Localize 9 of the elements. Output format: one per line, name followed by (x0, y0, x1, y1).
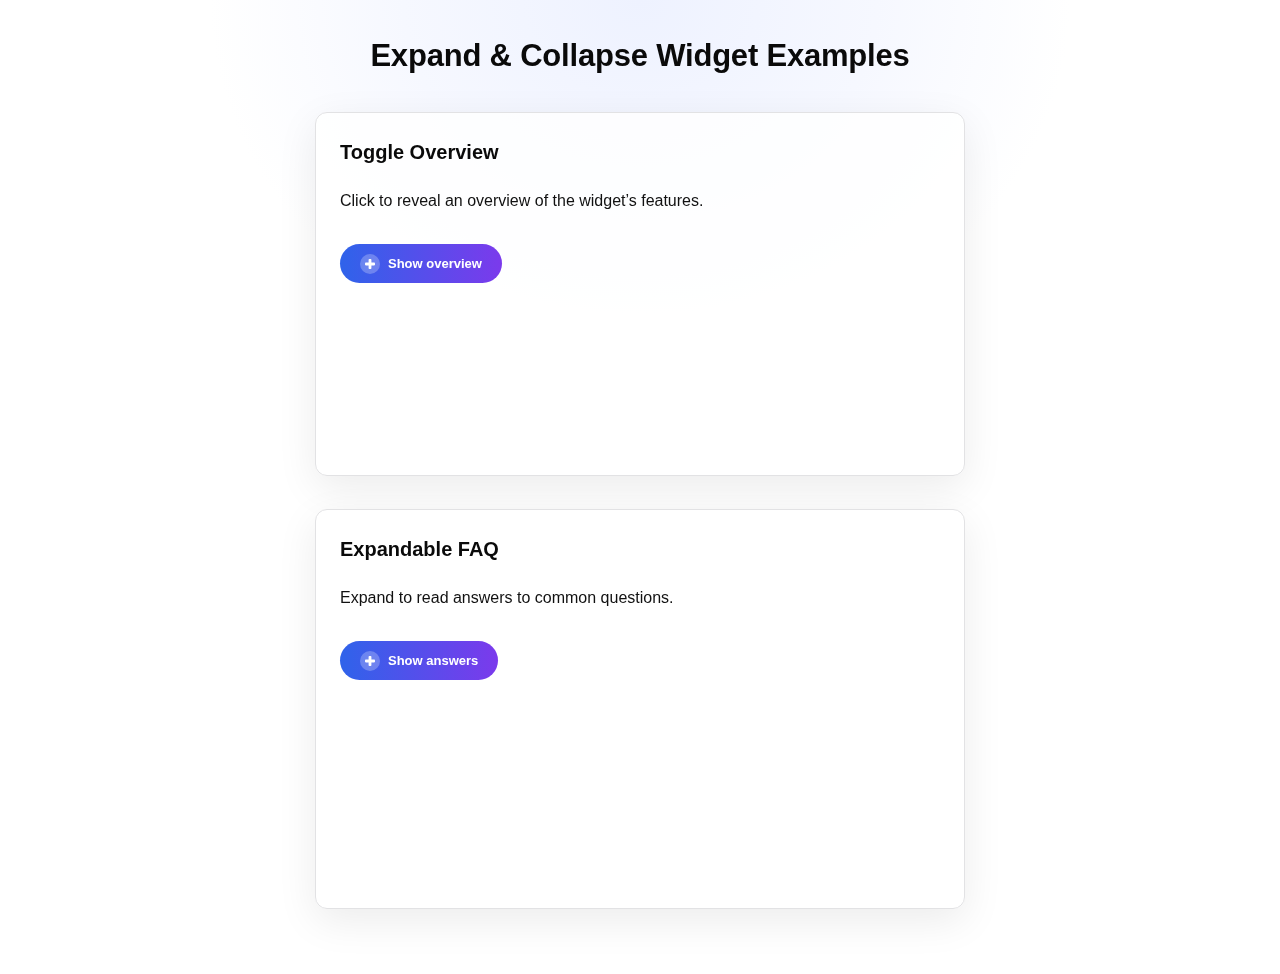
card-title: Expandable FAQ (340, 537, 499, 562)
toggle-button[interactable]: Show answers (340, 641, 499, 680)
card-description: Click to reveal an overview of the widget’s features. (340, 191, 704, 211)
card-title: Toggle Overview (340, 140, 499, 165)
plus-icon (360, 253, 380, 274)
plus-icon (360, 650, 380, 671)
page-title: Expand & Collapse Widget Examples (370, 38, 910, 74)
toggle-button[interactable]: Show overview (340, 244, 502, 283)
card-description: Expand to read answers to common questions. (340, 588, 674, 608)
